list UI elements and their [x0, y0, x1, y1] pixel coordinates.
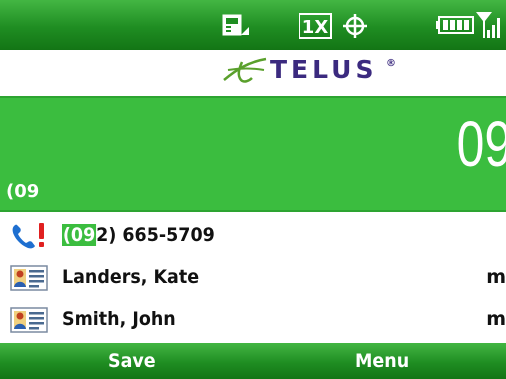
dial-entry-text: (09 — [6, 181, 40, 202]
dialed-number-large: 09 — [456, 108, 506, 180]
gps-crosshair-icon — [343, 14, 367, 38]
carrier-banner: TELUS ® — [0, 50, 506, 90]
contact-number-type: m — [486, 308, 506, 330]
battery-icon — [436, 12, 500, 38]
contact-number-type: m — [486, 266, 506, 288]
match-highlight: (09 — [62, 224, 97, 246]
carrier-name: TELUS — [270, 55, 378, 84]
number-remainder: 2) 665-5709 — [96, 224, 215, 246]
signal-strength-icon — [476, 12, 500, 38]
call-history-number: (092) 665-5709 — [62, 220, 215, 250]
telus-logo-icon — [223, 57, 267, 83]
dial-area[interactable]: 09 (09 — [0, 96, 506, 212]
contact-card-icon — [10, 307, 48, 333]
list-item-contact[interactable]: Landers, Kate m — [0, 258, 506, 298]
1x-data-icon: 1X — [299, 13, 367, 39]
smart-dial-results: (092) 665-5709 Landers, Kate m Smith, Jo… — [0, 212, 506, 342]
contact-card-icon — [10, 265, 48, 291]
phone-screen: 1X TELUS ® 0 (09 (092) 665-5709 Landers,… — [0, 0, 506, 379]
carrier-registered-mark: ® — [386, 58, 396, 69]
contact-name: Smith, John — [62, 308, 176, 330]
contact-name: Landers, Kate — [62, 266, 200, 288]
list-item-contact[interactable]: Smith, John m — [0, 300, 506, 340]
onex-label: 1X — [302, 17, 329, 38]
sim-card-icon — [222, 14, 249, 36]
save-softkey[interactable]: Save — [108, 345, 156, 377]
missed-call-icon — [12, 223, 44, 249]
softkey-bar: Save Menu — [0, 343, 506, 379]
list-item-call-history[interactable]: (092) 665-5709 — [0, 216, 506, 256]
menu-softkey[interactable]: Menu — [355, 345, 409, 377]
status-bar: 1X — [0, 0, 506, 50]
